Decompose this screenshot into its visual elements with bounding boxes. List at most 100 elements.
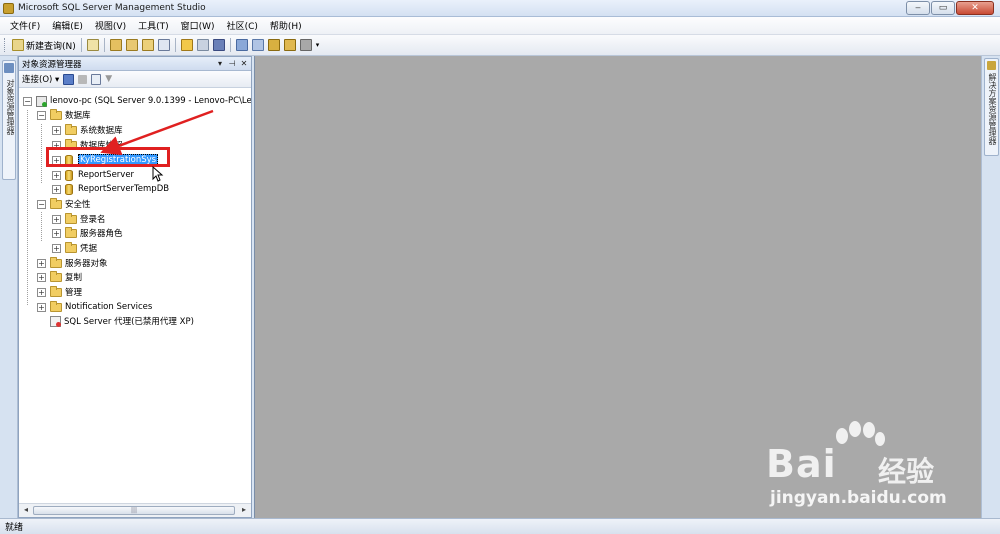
- menu-file[interactable]: 文件(F): [4, 19, 46, 32]
- tree-node-credentials[interactable]: + 凭据: [52, 241, 97, 255]
- menu-edit[interactable]: 编辑(E): [46, 19, 89, 32]
- expand-icon[interactable]: +: [52, 125, 61, 135]
- server-label: lenovo-pc (SQL Server 9.0.1399 - Lenovo-…: [50, 96, 251, 106]
- collapse-icon[interactable]: −: [23, 96, 32, 106]
- toolbar-overflow-chevron[interactable]: ▾: [314, 37, 322, 54]
- tree-node-databases[interactable]: − 数据库: [37, 108, 91, 122]
- panel-dropdown-icon[interactable]: ▾: [215, 59, 225, 68]
- open-file-button[interactable]: [179, 37, 195, 54]
- analysis-query-icon: [109, 39, 122, 51]
- menu-tools[interactable]: 工具(T): [132, 19, 175, 32]
- expand-icon[interactable]: +: [52, 184, 61, 194]
- save-all-icon: [212, 39, 225, 51]
- tree-node-reportserver[interactable]: + ReportServer: [52, 168, 134, 182]
- object-explorer-button[interactable]: [250, 37, 266, 54]
- collapse-icon[interactable]: −: [37, 199, 46, 209]
- refresh-icon[interactable]: [91, 73, 102, 85]
- scroll-thumb[interactable]: |||: [33, 506, 235, 515]
- sql-agent-icon: [50, 315, 61, 327]
- save-icon: [196, 39, 209, 51]
- tree-node-notification-services[interactable]: + Notification Services: [37, 300, 152, 314]
- side-tab-label: 对象资源管理器: [6, 79, 15, 135]
- auto-hide-pin-icon[interactable]: ⊣: [227, 59, 237, 68]
- properties-button[interactable]: [282, 37, 298, 54]
- server-roles-label: 服务器角色: [80, 229, 123, 239]
- expand-icon[interactable]: +: [37, 302, 46, 312]
- database-engine-query-button[interactable]: [85, 37, 101, 54]
- folder-icon: [65, 123, 77, 135]
- menu-window[interactable]: 窗口(W): [175, 19, 221, 32]
- maximize-button[interactable]: ▭: [931, 1, 955, 15]
- menu-help[interactable]: 帮助(H): [264, 19, 308, 32]
- toolbar-separator: [174, 38, 176, 52]
- registered-servers-icon: [235, 39, 248, 51]
- expand-icon[interactable]: +: [52, 214, 61, 224]
- database-icon: [65, 183, 73, 195]
- expand-icon[interactable]: +: [52, 228, 61, 238]
- xmla-query-button[interactable]: [156, 37, 172, 54]
- highlight-box: [46, 147, 170, 167]
- database-icon: [65, 169, 73, 181]
- expand-icon[interactable]: +: [37, 258, 46, 268]
- tree-node-management[interactable]: + 管理: [37, 285, 82, 299]
- connect-dropdown[interactable]: 连接(O) ▾: [22, 73, 59, 85]
- collapse-icon[interactable]: −: [37, 110, 46, 120]
- title-bar: Microsoft SQL Server Management Studio ‒…: [0, 0, 1000, 17]
- expand-icon[interactable]: +: [52, 170, 61, 180]
- scroll-right-arrow-icon[interactable]: ▸: [238, 505, 250, 516]
- logins-label: 登录名: [80, 215, 106, 225]
- window-controls: ‒ ▭ ✕: [906, 1, 994, 15]
- management-label: 管理: [65, 288, 83, 298]
- folder-icon: [65, 226, 77, 238]
- app-icon: [3, 2, 14, 14]
- credentials-label: 凭据: [80, 244, 98, 254]
- tree-node-reportservertempdb[interactable]: + ReportServerTempDB: [52, 182, 169, 196]
- toolbar-grip[interactable]: [4, 38, 7, 52]
- dmx-query-button[interactable]: [140, 37, 156, 54]
- save-all-button[interactable]: [211, 37, 227, 54]
- tree-node-server[interactable]: − lenovo-pc (SQL Server 9.0.1399 - Lenov…: [23, 94, 251, 108]
- server-objects-label: 服务器对象: [65, 259, 108, 269]
- folder-icon: [50, 285, 62, 297]
- disconnect-icon[interactable]: [63, 73, 75, 85]
- solution-explorer-side-tab[interactable]: 解决方案资源管理器: [984, 58, 999, 156]
- tree-node-server-roles[interactable]: + 服务器角色: [52, 226, 123, 240]
- menu-view[interactable]: 视图(V): [89, 19, 132, 32]
- new-query-button[interactable]: 新建查询(N): [10, 37, 78, 54]
- expand-icon[interactable]: +: [52, 243, 61, 253]
- template-explorer-button[interactable]: [266, 37, 282, 54]
- tree-node-replication[interactable]: + 复制: [37, 270, 82, 284]
- object-explorer-side-tab[interactable]: 对象资源管理器: [2, 60, 16, 180]
- analysis-query-button[interactable]: [108, 37, 124, 54]
- xmla-query-icon: [157, 39, 170, 51]
- stop-icon[interactable]: [78, 74, 88, 84]
- mdx-query-button[interactable]: [124, 37, 140, 54]
- tree-node-server-objects[interactable]: + 服务器对象: [37, 256, 108, 270]
- folder-icon: [50, 300, 62, 312]
- tree-node-logins[interactable]: + 登录名: [52, 212, 106, 226]
- replication-label: 复制: [65, 273, 83, 283]
- filter-icon[interactable]: ▼: [105, 74, 112, 84]
- registered-servers-button[interactable]: [234, 37, 250, 54]
- menu-community[interactable]: 社区(C): [221, 19, 264, 32]
- horizontal-scrollbar[interactable]: ◂ ||| ▸: [19, 503, 251, 517]
- tree-node-system-databases[interactable]: + 系统数据库: [52, 123, 123, 137]
- toolbar-separator: [103, 38, 105, 52]
- expand-icon[interactable]: +: [37, 272, 46, 282]
- sql-agent-label: SQL Server 代理(已禁用代理 XP): [64, 317, 194, 327]
- expand-icon[interactable]: +: [37, 287, 46, 297]
- save-button[interactable]: [195, 37, 211, 54]
- open-folder-icon: [180, 39, 193, 51]
- panel-close-icon[interactable]: ✕: [239, 59, 249, 68]
- scroll-left-arrow-icon[interactable]: ◂: [20, 505, 32, 516]
- tree-node-security[interactable]: − 安全性: [37, 197, 91, 211]
- close-button[interactable]: ✕: [956, 1, 994, 15]
- template-explorer-icon: [267, 39, 280, 51]
- object-explorer-panel: 对象资源管理器 ▾ ⊣ ✕ 连接(O) ▾ ▼ − lenovo-pc (SQL…: [18, 56, 252, 518]
- object-explorer-tab-icon: [4, 63, 14, 73]
- tree-node-sql-agent[interactable]: SQL Server 代理(已禁用代理 XP): [50, 314, 194, 328]
- toolbar-options-button[interactable]: [298, 37, 314, 54]
- minimize-button[interactable]: ‒: [906, 1, 930, 15]
- left-tab-strip: 对象资源管理器: [0, 56, 18, 518]
- solution-explorer-tab-icon: [987, 61, 996, 70]
